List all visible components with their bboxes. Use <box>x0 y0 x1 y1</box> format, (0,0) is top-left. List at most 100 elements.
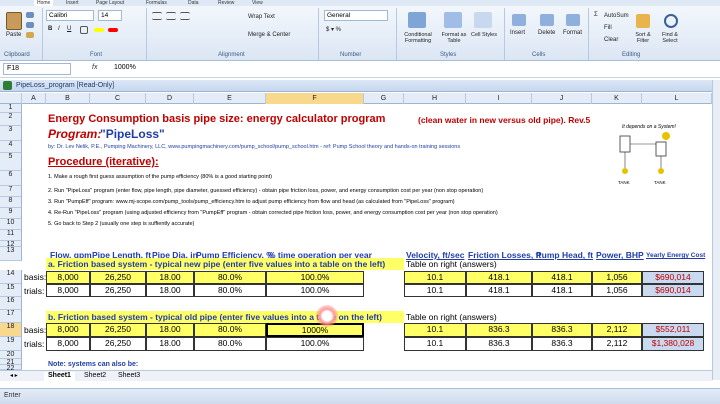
conditional-formatting-icon[interactable] <box>408 12 426 28</box>
format-cells-icon[interactable] <box>566 14 580 26</box>
column-header[interactable]: D <box>146 93 194 104</box>
row-header[interactable]: 20 <box>0 351 22 359</box>
trial-time-cell[interactable]: 100.0% <box>266 337 364 351</box>
merge-center-button[interactable]: Merge & Center <box>248 32 290 38</box>
column-header[interactable]: J <box>532 93 592 104</box>
row-header[interactable]: 5 <box>0 153 22 171</box>
align-top-icon[interactable] <box>152 12 162 20</box>
row-header[interactable]: 13 <box>0 247 22 261</box>
trial-cost-cell[interactable]: $1,380,028 <box>642 337 704 351</box>
align-middle-icon[interactable] <box>166 12 176 20</box>
trial-friction-cell[interactable]: 836.3 <box>466 337 532 351</box>
vertical-scrollbar[interactable] <box>712 80 720 380</box>
trial-eff-cell[interactable]: 80.0% <box>194 337 266 351</box>
sheet-tab-1[interactable]: Sheet1 <box>44 372 75 381</box>
conditional-formatting-button[interactable]: Conditional Formatting <box>398 32 438 44</box>
sheet-tab-2[interactable]: Sheet2 <box>80 372 110 381</box>
row-header[interactable]: 11 <box>0 230 22 241</box>
trial-head-cell[interactable]: 418.1 <box>532 284 592 297</box>
row-header[interactable]: 17 <box>0 310 22 323</box>
friction-cell[interactable]: 836.3 <box>466 323 532 337</box>
italic-button[interactable]: I <box>58 26 60 32</box>
trial-time-cell[interactable]: 100.0% <box>266 284 364 297</box>
fill-color-icon[interactable] <box>94 28 104 32</box>
format-button[interactable]: Format <box>563 30 582 36</box>
name-box[interactable]: F18 <box>3 63 71 75</box>
cost-cell[interactable]: $690,014 <box>642 271 704 284</box>
row-header[interactable]: 9 <box>0 208 22 219</box>
trial-friction-cell[interactable]: 418.1 <box>466 284 532 297</box>
row-header[interactable]: 4 <box>0 141 22 153</box>
row-header[interactable]: 19 <box>0 337 22 351</box>
sort-filter-icon[interactable] <box>636 14 650 28</box>
power-cell[interactable]: 2,112 <box>592 323 642 337</box>
trial-dia-cell[interactable]: 18.00 <box>146 337 194 351</box>
trial-length-cell[interactable]: 26,250 <box>90 337 146 351</box>
row-header[interactable]: 8 <box>0 197 22 208</box>
format-painter-icon[interactable] <box>26 32 34 38</box>
trial-flow-cell[interactable]: 8,000 <box>46 337 90 351</box>
cut-icon[interactable] <box>26 12 34 18</box>
trial-cost-cell[interactable]: $690,014 <box>642 284 704 297</box>
friction-cell[interactable]: 418.1 <box>466 271 532 284</box>
input-eff-cell[interactable]: 80.0% <box>194 271 266 284</box>
column-header[interactable]: F <box>266 93 364 104</box>
paste-button[interactable]: Paste <box>6 32 21 38</box>
cell-styles-icon[interactable] <box>474 12 492 28</box>
autosum-button[interactable]: AutoSum <box>604 13 629 19</box>
column-header[interactable]: C <box>90 93 146 104</box>
underline-button[interactable]: U <box>67 26 71 32</box>
borders-icon[interactable] <box>80 26 88 34</box>
cell-styles-button[interactable]: Cell Styles <box>470 32 498 38</box>
font-name-select[interactable]: Calibri <box>46 10 94 21</box>
trial-dia-cell[interactable]: 18.00 <box>146 284 194 297</box>
copy-icon[interactable] <box>26 22 34 28</box>
sort-filter-button[interactable]: Sort & Filter <box>630 32 656 44</box>
input-length-cell[interactable]: 26,250 <box>90 323 146 337</box>
column-header[interactable]: E <box>194 93 266 104</box>
column-header[interactable]: H <box>404 93 466 104</box>
sheet-tab-3[interactable]: Sheet3 <box>114 372 144 381</box>
insert-cells-icon[interactable] <box>512 14 526 26</box>
velocity-cell[interactable]: 10.1 <box>404 323 466 337</box>
trial-velocity-cell[interactable]: 10.1 <box>404 284 466 297</box>
currency-button[interactable]: $ ▾ % <box>326 26 341 33</box>
trial-length-cell[interactable]: 26,250 <box>90 284 146 297</box>
column-header[interactable]: B <box>46 93 90 104</box>
head-cell[interactable]: 836.3 <box>532 323 592 337</box>
input-flow-cell[interactable]: 8,000 <box>46 323 90 337</box>
trial-power-cell[interactable]: 2,112 <box>592 337 642 351</box>
column-header[interactable]: I <box>466 93 532 104</box>
row-header[interactable]: 18 <box>0 323 22 337</box>
power-cell[interactable]: 1,056 <box>592 271 642 284</box>
fill-button[interactable]: Fill <box>604 25 612 31</box>
row-header[interactable]: 1 <box>0 104 22 113</box>
input-dia-cell[interactable]: 18.00 <box>146 323 194 337</box>
delete-button[interactable]: Delete <box>538 30 555 36</box>
row-header[interactable]: 6 <box>0 171 22 186</box>
formula-input[interactable]: 1000% <box>114 64 136 71</box>
autosum-icon[interactable]: Σ <box>594 12 598 18</box>
input-time-cell[interactable]: 100.0% <box>266 271 364 284</box>
trial-power-cell[interactable]: 1,056 <box>592 284 642 297</box>
format-as-table-icon[interactable] <box>444 12 462 28</box>
row-header[interactable]: 14 <box>0 270 22 284</box>
active-cell-f18[interactable]: 1000% <box>266 323 364 337</box>
row-header[interactable]: 3 <box>0 126 22 141</box>
trial-flow-cell[interactable]: 8,000 <box>46 284 90 297</box>
select-all-corner[interactable] <box>0 93 22 104</box>
format-as-table-button[interactable]: Format as Table <box>440 32 468 44</box>
font-color-icon[interactable] <box>108 28 118 32</box>
trial-eff-cell[interactable]: 80.0% <box>194 284 266 297</box>
column-header[interactable]: A <box>22 93 46 104</box>
find-select-icon[interactable] <box>664 14 678 28</box>
input-length-cell[interactable]: 26,250 <box>90 271 146 284</box>
head-cell[interactable]: 418.1 <box>532 271 592 284</box>
number-format-select[interactable]: General <box>324 10 388 21</box>
trial-velocity-cell[interactable]: 10.1 <box>404 337 466 351</box>
row-header[interactable]: 16 <box>0 297 22 310</box>
cost-cell[interactable]: $552,011 <box>642 323 704 337</box>
delete-cells-icon[interactable] <box>540 14 554 26</box>
insert-button[interactable]: Insert <box>510 30 525 36</box>
input-dia-cell[interactable]: 18.00 <box>146 271 194 284</box>
